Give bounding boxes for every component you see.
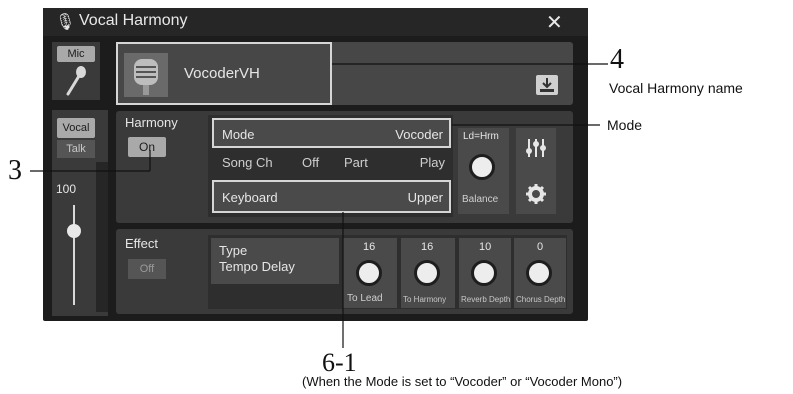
callout-mode-text: Mode — [607, 117, 643, 133]
callout-6-1-text: (When the Mode is set to “Vocoder” or “V… — [302, 374, 623, 389]
callout-4-number: 4 — [610, 44, 624, 75]
callout-4-text: Vocal Harmony name — [609, 80, 743, 96]
callout-lines — [30, 63, 608, 348]
callout-3-number: 3 — [8, 155, 22, 186]
